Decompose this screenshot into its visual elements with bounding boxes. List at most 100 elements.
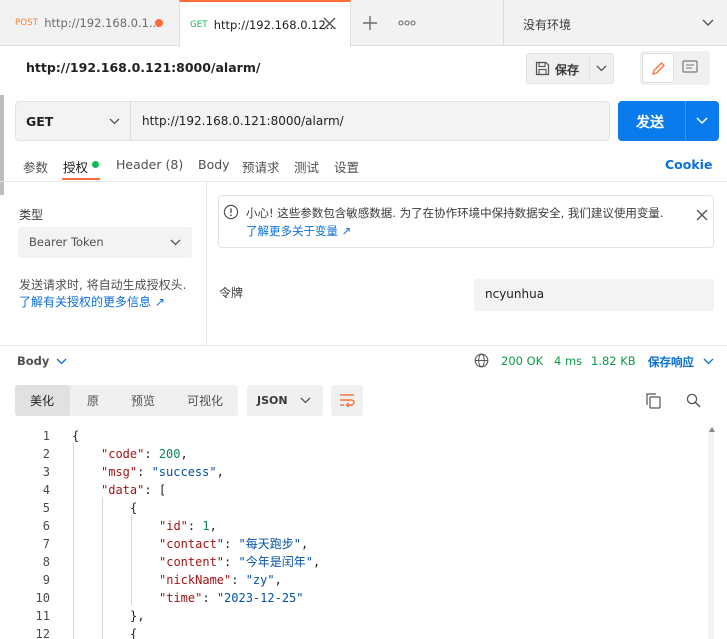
request-tab-post[interactable]: POST http://192.168.0.1... <box>5 0 175 46</box>
send-button[interactable]: 发送 <box>636 112 664 132</box>
tab-headers[interactable]: Header (8) <box>116 157 183 172</box>
json-key: "id" <box>159 519 188 533</box>
tab-settings[interactable]: 设置 <box>334 157 359 176</box>
save-icon <box>535 61 550 76</box>
code-line: 2 "code": 200, <box>0 445 700 463</box>
line-number: 12 <box>35 627 50 639</box>
new-tab-plus-icon[interactable] <box>362 15 378 31</box>
search-icon[interactable] <box>686 393 701 408</box>
json-key: "msg" <box>101 465 138 479</box>
line-number: 9 <box>42 573 50 587</box>
env-divider <box>503 0 504 46</box>
line-number: 4 <box>42 483 50 497</box>
comment-icon[interactable] <box>682 60 698 74</box>
json-value: "2023-12-25" <box>216 591 304 605</box>
chevron-down-icon <box>170 239 181 246</box>
warning-text: 小心! 这些参数包含敏感数据. 为了在协作环境中保持数据安全, 我们建议使用变量… <box>246 206 664 220</box>
line-number: 10 <box>35 591 50 605</box>
line-number: 2 <box>42 447 50 461</box>
request-tab-get[interactable]: GET http://192.168.0.12... <box>179 0 351 47</box>
code-line: 3 "msg": "success", <box>0 463 700 481</box>
window-edge-marker <box>0 95 4 195</box>
more-tabs-icon[interactable] <box>398 20 416 26</box>
token-label: 令牌 <box>219 286 244 300</box>
format-value: JSON <box>257 394 288 407</box>
url-input[interactable]: http://192.168.0.121:8000/alarm/ <box>130 101 610 141</box>
auth-type-select[interactable]: Bearer Token <box>18 227 192 258</box>
response-size[interactable]: 1.82 KB <box>591 354 636 368</box>
json-key: "nickName" <box>159 573 232 587</box>
editor-scrollbar[interactable] <box>708 427 714 639</box>
tab-authorization[interactable]: 授权 <box>63 157 88 176</box>
token-input[interactable]: ncyunhua <box>474 279 714 311</box>
edit-view-button[interactable] <box>642 53 674 83</box>
code-text: "data": [ <box>101 483 167 497</box>
code-text: "content": "今年是闰年", <box>159 555 321 569</box>
globe-icon[interactable] <box>474 353 489 368</box>
wrap-lines-button[interactable] <box>331 385 363 416</box>
tab-title: http://192.168.0.12... <box>213 17 337 32</box>
code-line: 1{ <box>0 427 700 445</box>
chevron-down-icon[interactable] <box>702 19 714 27</box>
code-text: "id": 1, <box>159 519 217 533</box>
response-status[interactable]: 200 OK <box>501 354 543 368</box>
json-key: "time" <box>159 591 203 605</box>
code-text: }, <box>130 609 145 623</box>
close-tab-icon[interactable] <box>323 17 336 30</box>
chevron-down-icon[interactable] <box>56 358 67 365</box>
method-select[interactable]: GET <box>15 101 131 141</box>
tab-tests[interactable]: 测试 <box>294 157 319 176</box>
code-text: "msg": "success", <box>101 465 224 479</box>
unsaved-dot-icon <box>155 19 163 27</box>
line-number: 11 <box>35 609 50 623</box>
auth-help-link[interactable]: 了解有关授权的更多信息 ↗ <box>19 293 165 310</box>
send-options-chevron-icon[interactable] <box>696 117 708 125</box>
format-select[interactable]: JSON <box>247 385 323 416</box>
code-text: { <box>72 429 80 443</box>
save-response-button[interactable]: 保存响应 <box>648 354 694 370</box>
auth-type-label: 类型 <box>19 208 44 222</box>
code-line: 12 { <box>0 625 700 639</box>
auth-set-dot-icon <box>92 161 99 168</box>
tab-params[interactable]: 参数 <box>23 157 48 176</box>
scroll-up-arrow-icon[interactable] <box>709 427 715 432</box>
variables-link[interactable]: 了解更多关于变量 ↗ <box>246 223 351 239</box>
save-options-chevron-icon[interactable] <box>596 65 607 72</box>
chevron-down-icon <box>300 397 311 404</box>
save-button[interactable]: 保存 <box>555 61 579 78</box>
tab-pre-request[interactable]: 预请求 <box>242 157 280 176</box>
sensitive-data-warning: 小心! 这些参数包含敏感数据. 为了在协作环境中保持数据安全, 我们建议使用变量… <box>218 195 714 248</box>
view-tab-preview[interactable]: 预览 <box>131 392 155 409</box>
view-tab-pretty[interactable]: 美化 <box>30 392 54 409</box>
json-value: "success" <box>151 465 217 479</box>
close-warning-icon[interactable] <box>696 209 708 221</box>
divider <box>589 53 590 84</box>
code-text: "nickName": "zy", <box>159 573 282 587</box>
json-key: "content" <box>159 555 225 569</box>
response-body-label[interactable]: Body <box>17 354 49 368</box>
chevron-down-icon[interactable] <box>703 358 714 365</box>
request-title[interactable]: http://192.168.0.121:8000/alarm/ <box>26 60 260 75</box>
cookie-link[interactable]: Cookie <box>665 157 712 172</box>
response-body-editor[interactable]: 1{2 "code": 200, 3 "msg": "success", 4 "data"… <box>0 425 727 639</box>
wrap-lines-icon <box>339 393 355 408</box>
code-line: 10 "time": "2023-12-25" <box>0 589 700 607</box>
code-text: { <box>130 627 138 639</box>
line-number: 6 <box>42 519 50 533</box>
tab-method-label: GET <box>190 19 208 30</box>
divider <box>685 101 686 141</box>
info-icon <box>223 204 239 220</box>
view-tab-raw[interactable]: 原 <box>87 392 99 409</box>
url-value: http://192.168.0.121:8000/alarm/ <box>142 114 344 128</box>
line-number: 3 <box>42 465 50 479</box>
response-time[interactable]: 4 ms <box>554 354 582 368</box>
active-tab-indicator <box>62 178 100 180</box>
copy-icon[interactable] <box>646 393 661 409</box>
view-tab-visualize[interactable]: 可视化 <box>187 392 223 409</box>
json-value: [ <box>158 483 167 497</box>
code-line: 11}, <box>0 607 700 625</box>
environment-select[interactable]: 没有环境 <box>523 16 571 33</box>
divider <box>0 181 727 182</box>
auth-type-value: Bearer Token <box>29 235 104 249</box>
tab-body[interactable]: Body <box>198 157 230 172</box>
